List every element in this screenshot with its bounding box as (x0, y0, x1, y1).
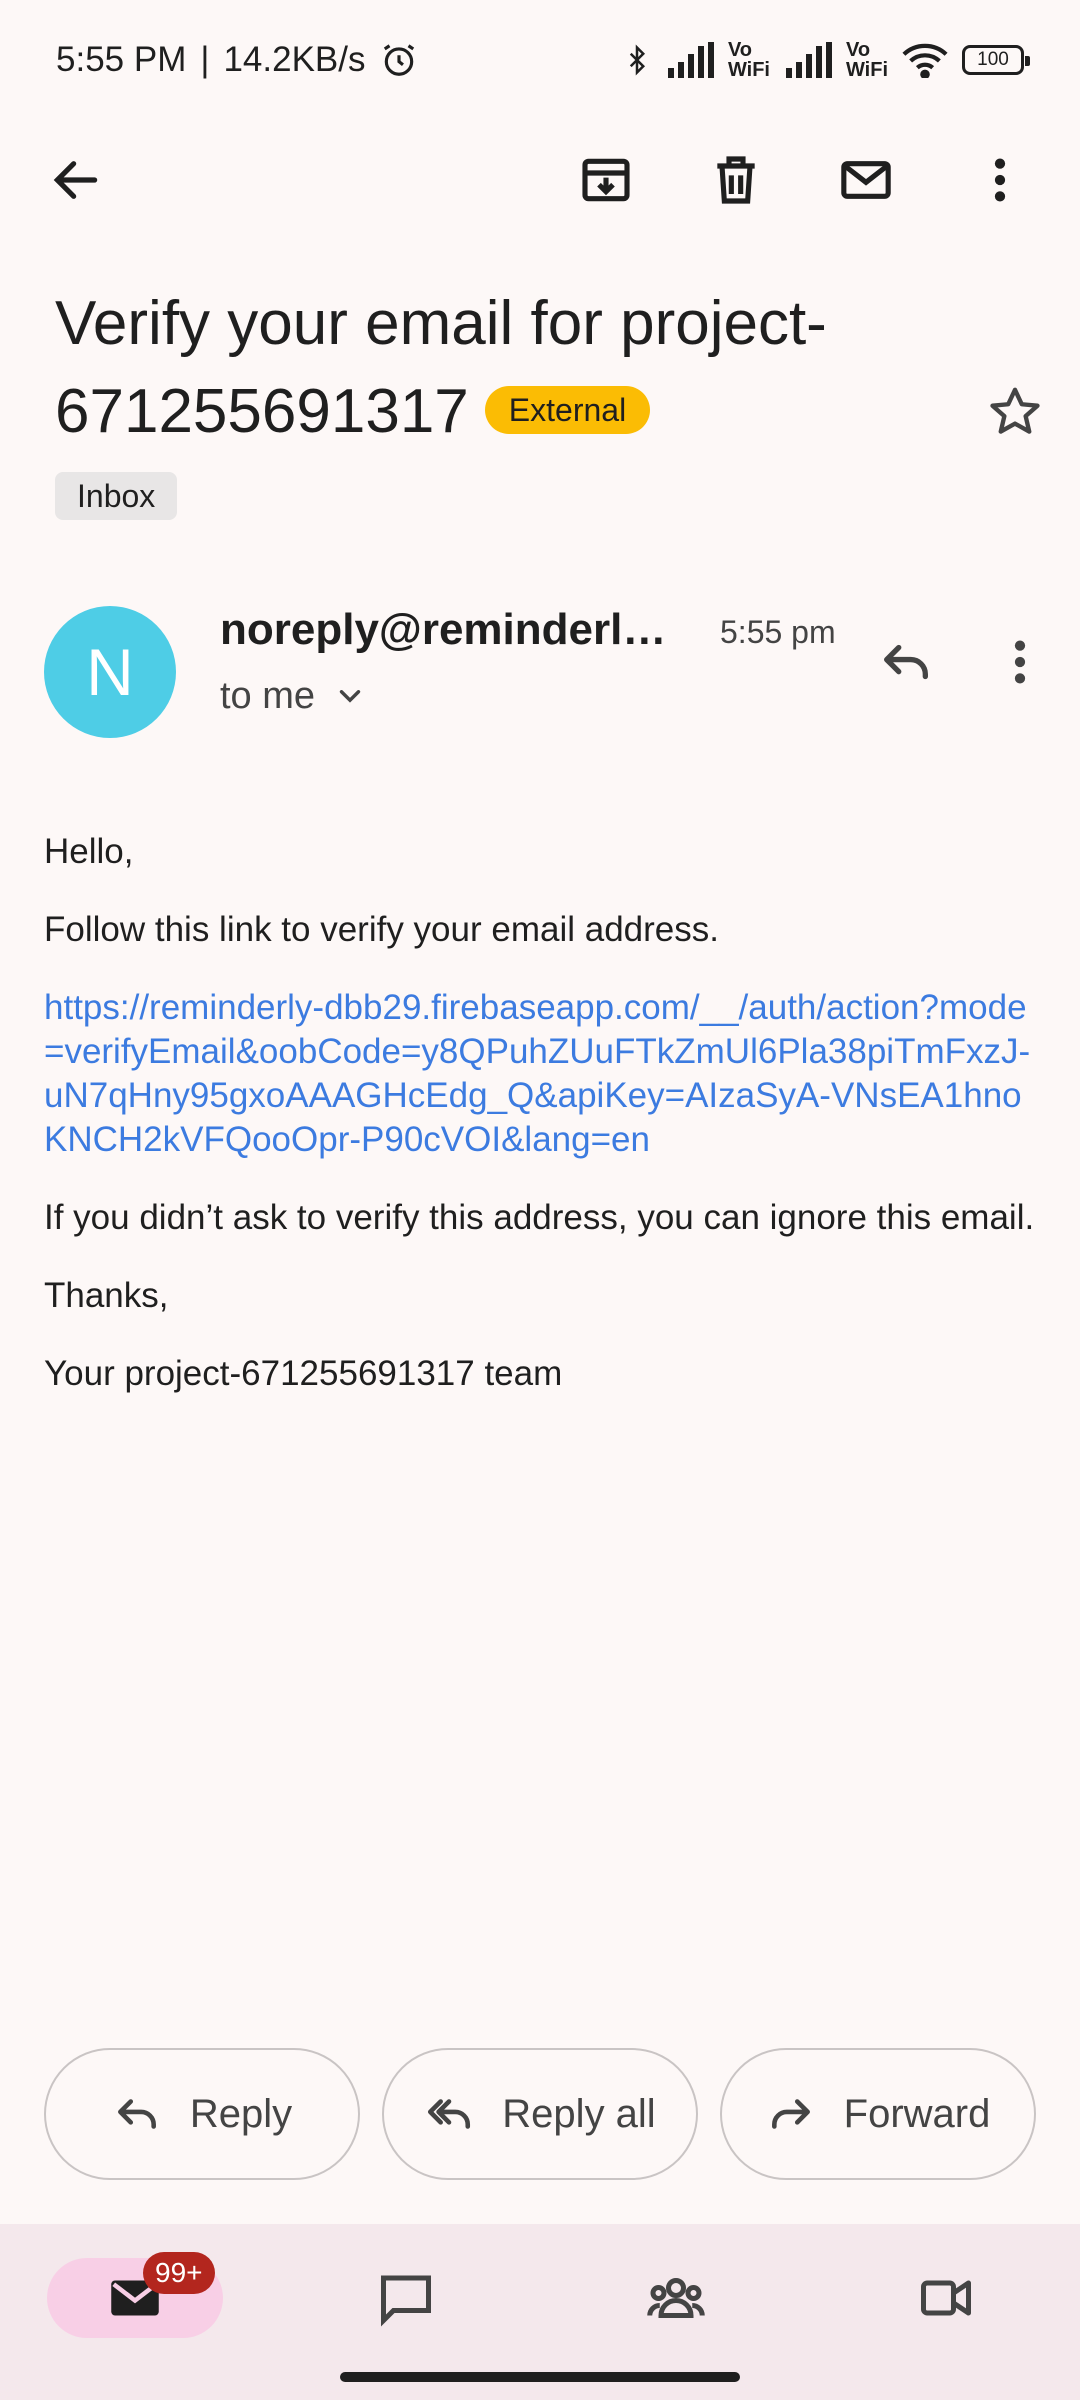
back-button[interactable] (36, 140, 116, 220)
network-speed: 14.2KB/s (223, 40, 366, 79)
battery-indicator: 100 (962, 45, 1030, 75)
inbox-label-chip[interactable]: Inbox (55, 472, 178, 520)
arrow-back-icon (53, 161, 98, 199)
more-options-button[interactable] (960, 140, 1040, 220)
nav-spaces[interactable] (588, 2258, 764, 2338)
vowifi-indicator-2: Vo WiFi (846, 40, 888, 80)
signal-icon (667, 42, 714, 78)
vowifi-top: Vo (727, 39, 753, 61)
more-vert-icon (994, 158, 1006, 202)
archive-icon (582, 158, 630, 202)
avatar-initial: N (86, 635, 134, 709)
reply-label: Reply (189, 2091, 293, 2136)
mail-icon (841, 161, 891, 199)
subject-text: Verify your email for project-6712556913… (55, 289, 827, 446)
more-vert-icon (1014, 640, 1026, 684)
unread-count-badge: 99+ (143, 2252, 215, 2294)
external-badge: External (484, 385, 651, 434)
reply-icon (117, 2099, 156, 2129)
reply-icon-button[interactable] (866, 622, 946, 702)
body-ignore-note: If you didn’t ask to verify this address… (44, 1198, 1035, 1237)
body-thanks: Thanks, (44, 1276, 169, 1315)
status-right: Vo WiFi Vo WiFi 100 (622, 40, 1030, 80)
forward-button[interactable]: Forward (720, 2048, 1036, 2180)
vowifi-bottom-2: WiFi (845, 59, 888, 81)
email-body: Hello, Follow this link to verify your e… (44, 830, 1044, 1430)
email-toolbar (0, 140, 1080, 220)
body-signature: Your project-671255691317 team (44, 1354, 563, 1393)
reply-all-label: Reply all (502, 2091, 656, 2136)
status-separator: | (200, 40, 210, 79)
email-time: 5:55 pm (720, 614, 836, 650)
spaces-icon (647, 2278, 705, 2318)
delete-button[interactable] (696, 140, 776, 220)
verification-link[interactable]: https://reminderly-dbb29.firebaseapp.com… (44, 986, 1044, 1162)
body-instruction: Follow this link to verify your email ad… (44, 910, 719, 949)
signal-icon-2 (785, 42, 832, 78)
forward-icon (771, 2099, 810, 2129)
star-icon (990, 387, 1040, 434)
nav-meet[interactable] (858, 2258, 1034, 2338)
sender-avatar[interactable]: N (44, 606, 176, 738)
status-left: 5:55 PM | 14.2KB/s (56, 40, 418, 80)
home-indicator[interactable] (340, 2372, 740, 2382)
email-subject: Verify your email for project-6712556913… (55, 280, 955, 456)
reply-button[interactable]: Reply (44, 2048, 360, 2180)
status-time: 5:55 PM (56, 40, 187, 79)
chevron-down-icon (339, 690, 361, 703)
battery-level: 100 (977, 49, 1009, 70)
reply-all-button[interactable]: Reply all (382, 2048, 698, 2180)
email-view-screen: 5:55 PM | 14.2KB/s Vo WiFi Vo WiFi 100 V… (0, 0, 1080, 2400)
reply-all-icon (428, 2099, 471, 2129)
body-greeting: Hello, (44, 832, 134, 871)
star-button[interactable] (975, 372, 1055, 452)
bluetooth-icon (629, 44, 645, 76)
nav-chat[interactable] (318, 2258, 494, 2338)
alarm-icon (383, 44, 414, 76)
wifi-icon (902, 43, 948, 78)
nav-mail[interactable]: 99+ (47, 2252, 223, 2338)
forward-label: Forward (843, 2091, 991, 2136)
meet-icon (921, 2280, 971, 2316)
archive-button[interactable] (566, 140, 646, 220)
vowifi-indicator: Vo WiFi (728, 40, 770, 80)
mark-unread-button[interactable] (826, 140, 906, 220)
status-bar: 5:55 PM | 14.2KB/s Vo WiFi Vo WiFi 100 (0, 0, 1080, 120)
recipient-text: to me (220, 675, 316, 717)
vowifi-bottom: WiFi (727, 59, 770, 81)
vowifi-top-2: Vo (845, 39, 871, 61)
recipient-details-toggle[interactable]: to me (220, 668, 367, 724)
chat-icon (381, 2275, 431, 2327)
reply-icon (884, 644, 928, 680)
message-more-button[interactable] (980, 622, 1060, 702)
sender-name[interactable]: noreply@reminderly-dbb29.firebaseapp.com (220, 600, 690, 660)
delete-icon (717, 156, 755, 204)
